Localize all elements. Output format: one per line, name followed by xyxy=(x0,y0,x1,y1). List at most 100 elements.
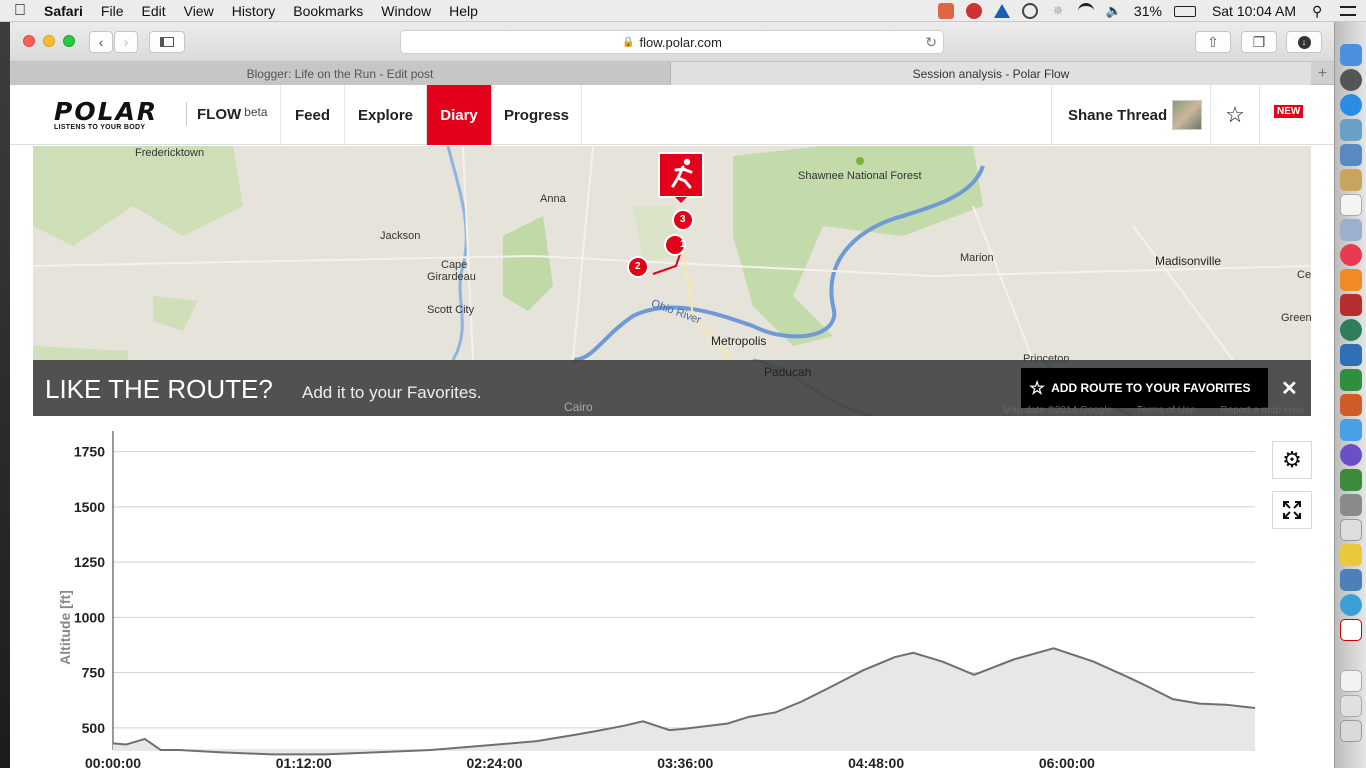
minimize-window-button[interactable] xyxy=(43,35,55,47)
itunes-dock-icon[interactable] xyxy=(1340,244,1362,266)
notification-center-icon[interactable] xyxy=(1340,6,1356,16)
address-bar[interactable]: 🔒 flow.polar.com ↻ xyxy=(400,30,944,54)
beta-text: beta xyxy=(244,105,268,119)
expand-icon xyxy=(1283,501,1301,519)
place-madisonville: Madisonville xyxy=(1155,254,1222,268)
wifi-icon[interactable] xyxy=(1077,3,1094,19)
map-data-credit: Map data ©2014 Google xyxy=(1003,405,1113,416)
polar-flowsync-dock-icon[interactable] xyxy=(1340,619,1362,641)
nav-diary[interactable]: Diary xyxy=(426,85,491,145)
time-machine-dock-icon[interactable] xyxy=(1340,319,1362,341)
tab-blogger[interactable]: Blogger: Life on the Run - Edit post xyxy=(10,62,671,85)
marker-3[interactable]: 3 xyxy=(680,214,686,225)
excel-dock-icon[interactable] xyxy=(1340,369,1362,391)
battery-icon[interactable] xyxy=(1173,5,1196,17)
close-icon[interactable]: ✕ xyxy=(1281,376,1298,401)
skype-dock-icon[interactable] xyxy=(1340,444,1362,466)
marker-1[interactable]: 1 xyxy=(680,239,686,250)
chart-settings-gear-icon[interactable]: ⚙ xyxy=(1272,441,1312,479)
zoom-window-button[interactable] xyxy=(63,35,75,47)
downloads-button[interactable]: ↓ xyxy=(1286,31,1322,53)
altitude-chart[interactable]: 1750 1500 1250 1000 750 500 00:00:00 01:12:00 02… xyxy=(10,417,1334,768)
bluetooth-icon[interactable]: ✵ xyxy=(1050,3,1066,19)
y-tick-label: 1250 xyxy=(74,554,105,570)
share-button[interactable]: ⇧ xyxy=(1195,31,1231,53)
x-tick-label: 02:24:00 xyxy=(467,755,523,768)
ibooks-dock-icon[interactable] xyxy=(1340,269,1362,291)
apple-menu-icon[interactable]:  xyxy=(0,2,40,20)
nav-progress[interactable]: Progress xyxy=(491,85,582,145)
drive-status-icon[interactable] xyxy=(993,4,1010,18)
menu-edit[interactable]: Edit xyxy=(132,3,174,19)
clock[interactable]: Sat 10:04 AM xyxy=(1202,3,1306,19)
nav-feed[interactable]: Feed xyxy=(280,85,344,145)
x-tick-label: 04:48:00 xyxy=(848,755,904,768)
stickies-dock-icon[interactable] xyxy=(1340,544,1362,566)
volume-icon[interactable]: 🔈 xyxy=(1106,3,1122,19)
sidebar-toggle-button[interactable] xyxy=(149,31,185,53)
download-icon: ↓ xyxy=(1297,35,1311,49)
powerpoint-dock-icon[interactable] xyxy=(1340,394,1362,416)
utilities-dock-icon[interactable] xyxy=(1340,569,1362,591)
notes-dock-icon[interactable] xyxy=(1340,169,1362,191)
heart-status-icon[interactable] xyxy=(965,3,982,19)
status-app-icon[interactable] xyxy=(937,3,954,19)
terms-of-use-link[interactable]: Terms of Use xyxy=(1137,405,1196,416)
route-map[interactable]: Fredericktown Anna Shawnee National Fore… xyxy=(33,146,1311,416)
tab-session-analysis[interactable]: Session analysis - Polar Flow xyxy=(671,62,1311,85)
close-window-button[interactable] xyxy=(23,35,35,47)
reload-icon[interactable]: ↻ xyxy=(925,34,937,51)
new-badge[interactable]: NEW xyxy=(1274,105,1304,118)
polar-logo[interactable]: POLAR LISTENS TO YOUR BODY xyxy=(54,97,158,131)
mail-dock-icon[interactable] xyxy=(1340,219,1362,241)
show-tabs-button[interactable]: ❐ xyxy=(1241,31,1277,53)
menu-window[interactable]: Window xyxy=(372,3,440,19)
menu-file[interactable]: File xyxy=(92,3,133,19)
menu-bookmarks[interactable]: Bookmarks xyxy=(284,3,372,19)
system-preferences-dock-icon[interactable] xyxy=(1340,494,1362,516)
printer-dock-icon[interactable] xyxy=(1340,519,1362,541)
marker-2[interactable]: 2 xyxy=(635,261,641,272)
altitude-chart-svg: 1750 1500 1250 1000 750 500 00:00:00 01:12:00 02… xyxy=(57,431,1256,768)
report-map-error-link[interactable]: Report a map error xyxy=(1220,405,1304,416)
chat-dock-icon[interactable] xyxy=(1340,594,1362,616)
y-axis-label: Altitude [ft] xyxy=(57,590,73,665)
launchpad-dock-icon[interactable] xyxy=(1340,69,1362,91)
preview-dock-icon[interactable] xyxy=(1340,144,1362,166)
time-machine-icon[interactable] xyxy=(1021,3,1038,19)
messages-dock-icon[interactable] xyxy=(1340,419,1362,441)
flow-label: FLOW beta xyxy=(186,102,268,126)
spotlight-search-icon[interactable]: ⚲ xyxy=(1312,3,1328,19)
trash-dock-icon[interactable] xyxy=(1340,720,1362,742)
word-dock-icon[interactable] xyxy=(1340,344,1362,366)
chart-fullscreen-icon[interactable] xyxy=(1272,491,1312,529)
place-metropolis: Metropolis xyxy=(711,334,767,348)
app-store-dock-icon[interactable] xyxy=(1340,469,1362,491)
lock-icon: 🔒 xyxy=(622,36,635,48)
safari-dock-icon[interactable] xyxy=(1340,94,1362,116)
url-text: flow.polar.com xyxy=(639,34,722,50)
menu-help[interactable]: Help xyxy=(440,3,487,19)
downloads-stack-dock-icon[interactable] xyxy=(1340,695,1362,717)
photo-booth-dock-icon[interactable] xyxy=(1340,294,1362,316)
menu-history[interactable]: History xyxy=(223,3,285,19)
document-dock-icon[interactable] xyxy=(1340,670,1362,692)
back-button[interactable]: ‹ xyxy=(89,31,113,53)
y-tick-label: 1500 xyxy=(74,499,105,515)
place-shawnee-forest: Shawnee National Forest xyxy=(798,170,922,182)
menu-view[interactable]: View xyxy=(175,3,223,19)
forward-button[interactable]: › xyxy=(114,31,138,53)
nav-explore[interactable]: Explore xyxy=(344,85,426,145)
banner-title: LIKE THE ROUTE? xyxy=(45,374,273,404)
calendar-dock-icon[interactable] xyxy=(1340,194,1362,216)
favorites-star-icon[interactable]: ☆ xyxy=(1210,85,1260,145)
add-route-to-favorites-button[interactable]: ☆ ADD ROUTE TO YOUR FAVORITES xyxy=(1021,368,1268,408)
finder-dock-icon[interactable] xyxy=(1340,44,1362,66)
new-tab-button[interactable]: + xyxy=(1311,62,1334,85)
x-tick-label: 03:36:00 xyxy=(657,755,713,768)
user-menu[interactable]: Shane Thread xyxy=(1051,85,1209,145)
safari-window: ‹ › 🔒 flow.polar.com ↻ ⇧ ❐ ↓ Blogger: Li… xyxy=(10,22,1334,768)
menu-app-name[interactable]: Safari xyxy=(40,3,92,19)
photos-dock-icon[interactable] xyxy=(1340,119,1362,141)
polar-wordmark: POLAR xyxy=(54,97,159,126)
